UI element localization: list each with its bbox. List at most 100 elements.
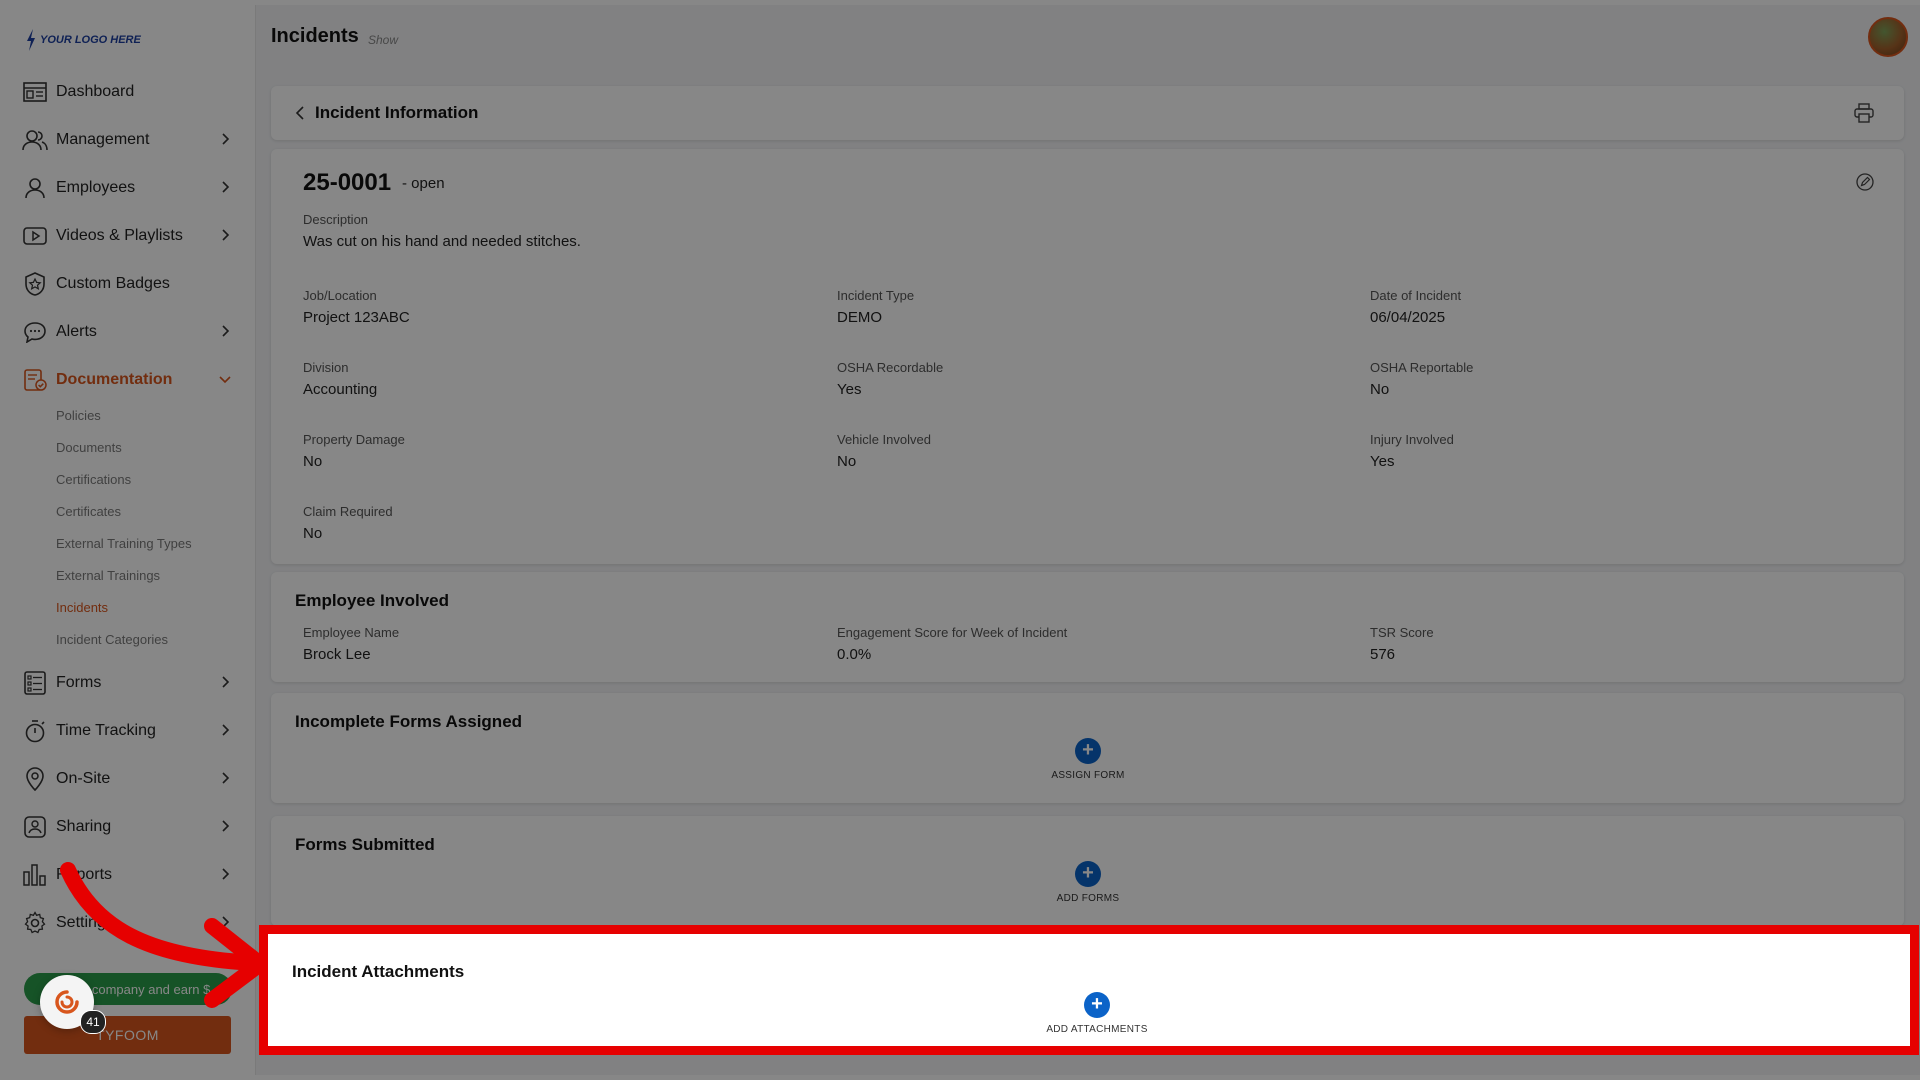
sidebar-item-settings[interactable]: Settings xyxy=(22,905,237,941)
gear-icon xyxy=(22,910,48,936)
sidebar-item-on-site[interactable]: On-Site xyxy=(22,761,237,797)
field-value: 0.0% xyxy=(837,646,872,663)
incident-attachments-card: Incident Attachments + ADD ATTACHMENTS xyxy=(268,934,1910,1046)
badge-icon xyxy=(22,271,48,297)
stopwatch-icon xyxy=(22,718,48,744)
chevron-right-icon xyxy=(222,229,230,241)
incident-detail-card: 25-0001 - open Description Was cut on hi… xyxy=(271,149,1904,564)
card-title: Employee Involved xyxy=(295,591,449,610)
user-icon xyxy=(22,175,48,201)
sidebar-item-sharing[interactable]: Sharing xyxy=(22,809,237,845)
sidebar: YOUR LOGO HERE Dashboard Management Empl… xyxy=(0,5,256,1075)
chevron-right-icon xyxy=(222,820,230,832)
bolt-icon xyxy=(27,29,35,51)
add-attachments-label[interactable]: ADD ATTACHMENTS xyxy=(997,1024,1197,1035)
chevron-right-icon xyxy=(222,181,230,193)
sidebar-item-documentation[interactable]: Documentation xyxy=(22,362,237,398)
chevron-right-icon xyxy=(222,676,230,688)
chevron-down-icon xyxy=(219,376,231,384)
field-label: Incident Type xyxy=(837,288,915,303)
description-label: Description xyxy=(303,212,369,227)
sidebar-item-label: Videos & Playlists xyxy=(56,227,183,244)
sidebar-item-label: Time Tracking xyxy=(56,722,156,739)
sub-item-incident-categories[interactable]: Incident Categories xyxy=(56,632,168,647)
employee-involved-card: Employee Involved Employee Name Brock Le… xyxy=(271,572,1904,682)
document-check-icon xyxy=(22,367,48,393)
sidebar-item-label: Dashboard xyxy=(56,83,135,100)
chevron-right-icon xyxy=(222,916,230,928)
chevron-right-icon xyxy=(222,868,230,880)
play-icon xyxy=(22,223,48,249)
sidebar-item-label: Sharing xyxy=(56,818,112,835)
field-label: OSHA Reportable xyxy=(1370,360,1474,375)
print-icon[interactable] xyxy=(1854,103,1874,123)
field-label: Property Damage xyxy=(303,432,405,447)
sidebar-item-dashboard[interactable]: Dashboard xyxy=(22,74,237,110)
field-value: No xyxy=(837,453,857,470)
dashboard-icon xyxy=(22,79,48,105)
sidebar-item-time-tracking[interactable]: Time Tracking xyxy=(22,713,237,749)
sub-item-documents[interactable]: Documents xyxy=(56,440,122,455)
sidebar-item-employees[interactable]: Employees xyxy=(22,170,237,206)
field-label: Division xyxy=(303,360,349,375)
page-title: Incidents xyxy=(271,25,359,47)
sidebar-item-label: Employees xyxy=(56,179,136,196)
sidebar-item-videos[interactable]: Videos & Playlists xyxy=(22,218,237,254)
forms-submitted-card: Forms Submitted + ADD FORMS xyxy=(271,816,1904,926)
sidebar-item-label: On-Site xyxy=(56,770,111,787)
sidebar-item-label: Settings xyxy=(56,914,114,931)
sidebar-item-reports[interactable]: Reports xyxy=(22,857,237,893)
sub-item-policies[interactable]: Policies xyxy=(56,408,101,423)
company-logo[interactable]: YOUR LOGO HERE xyxy=(26,29,141,51)
field-value: DEMO xyxy=(837,309,882,326)
chevron-right-icon xyxy=(222,133,230,145)
chevron-right-icon xyxy=(222,724,230,736)
incident-number: 25-0001 xyxy=(303,169,392,196)
field-label: Job/Location xyxy=(303,288,377,303)
avatar[interactable] xyxy=(1868,17,1908,57)
chat-icon xyxy=(22,319,48,345)
assign-form-label[interactable]: ASSIGN FORM xyxy=(988,770,1188,781)
sidebar-item-label: Custom Badges xyxy=(56,275,170,292)
card-title: Incomplete Forms Assigned xyxy=(295,712,523,731)
sidebar-item-label: Documentation xyxy=(56,371,173,388)
sidebar-item-management[interactable]: Management xyxy=(22,122,237,158)
field-label: Claim Required xyxy=(303,504,393,519)
sidebar-item-custom-badges[interactable]: Custom Badges xyxy=(22,266,237,302)
incomplete-forms-card: Incomplete Forms Assigned + ASSIGN FORM xyxy=(271,693,1904,803)
sub-item-external-trainings[interactable]: External Trainings xyxy=(56,568,160,583)
add-forms-label[interactable]: ADD FORMS xyxy=(988,893,1188,904)
edit-icon[interactable] xyxy=(1856,173,1874,191)
field-value: No xyxy=(303,525,323,542)
incident-status: - open xyxy=(402,175,445,192)
sub-item-certificates[interactable]: Certificates xyxy=(56,504,121,519)
field-label: Injury Involved xyxy=(1370,432,1454,447)
description-value: Was cut on his hand and needed stitches. xyxy=(303,233,581,250)
field-value: Project 123ABC xyxy=(303,309,410,326)
add-attachments-button[interactable]: + xyxy=(1084,992,1110,1018)
assign-form-button[interactable]: + xyxy=(1075,738,1101,764)
add-forms-button[interactable]: + xyxy=(1075,861,1101,887)
highlight-frame: Incident Attachments + ADD ATTACHMENTS xyxy=(259,925,1919,1055)
field-value: Yes xyxy=(837,381,862,398)
notification-count-badge: 41 xyxy=(80,1010,106,1034)
sub-item-certifications[interactable]: Certifications xyxy=(56,472,131,487)
card-title: Incident Attachments xyxy=(292,962,465,981)
sub-item-incidents[interactable]: Incidents xyxy=(56,600,108,615)
sidebar-item-alerts[interactable]: Alerts xyxy=(22,314,237,350)
page-subtitle: Show xyxy=(368,33,399,47)
sidebar-item-label: Alerts xyxy=(56,323,97,340)
app-root: YOUR LOGO HERE Dashboard Management Empl… xyxy=(0,5,1920,1075)
users-icon xyxy=(22,127,48,153)
sidebar-item-label: Management xyxy=(56,131,150,148)
field-label: Vehicle Involved xyxy=(837,432,931,447)
card-title: Forms Submitted xyxy=(295,835,435,854)
field-label: TSR Score xyxy=(1370,625,1434,640)
sidebar-item-forms[interactable]: Forms xyxy=(22,665,237,701)
field-value: 576 xyxy=(1370,646,1396,663)
field-value: No xyxy=(303,453,323,470)
section-title: Incident Information xyxy=(315,103,479,122)
sub-item-external-training-types[interactable]: External Training Types xyxy=(56,536,192,551)
back-chevron-icon[interactable] xyxy=(295,105,305,121)
field-value: No xyxy=(1370,381,1390,398)
